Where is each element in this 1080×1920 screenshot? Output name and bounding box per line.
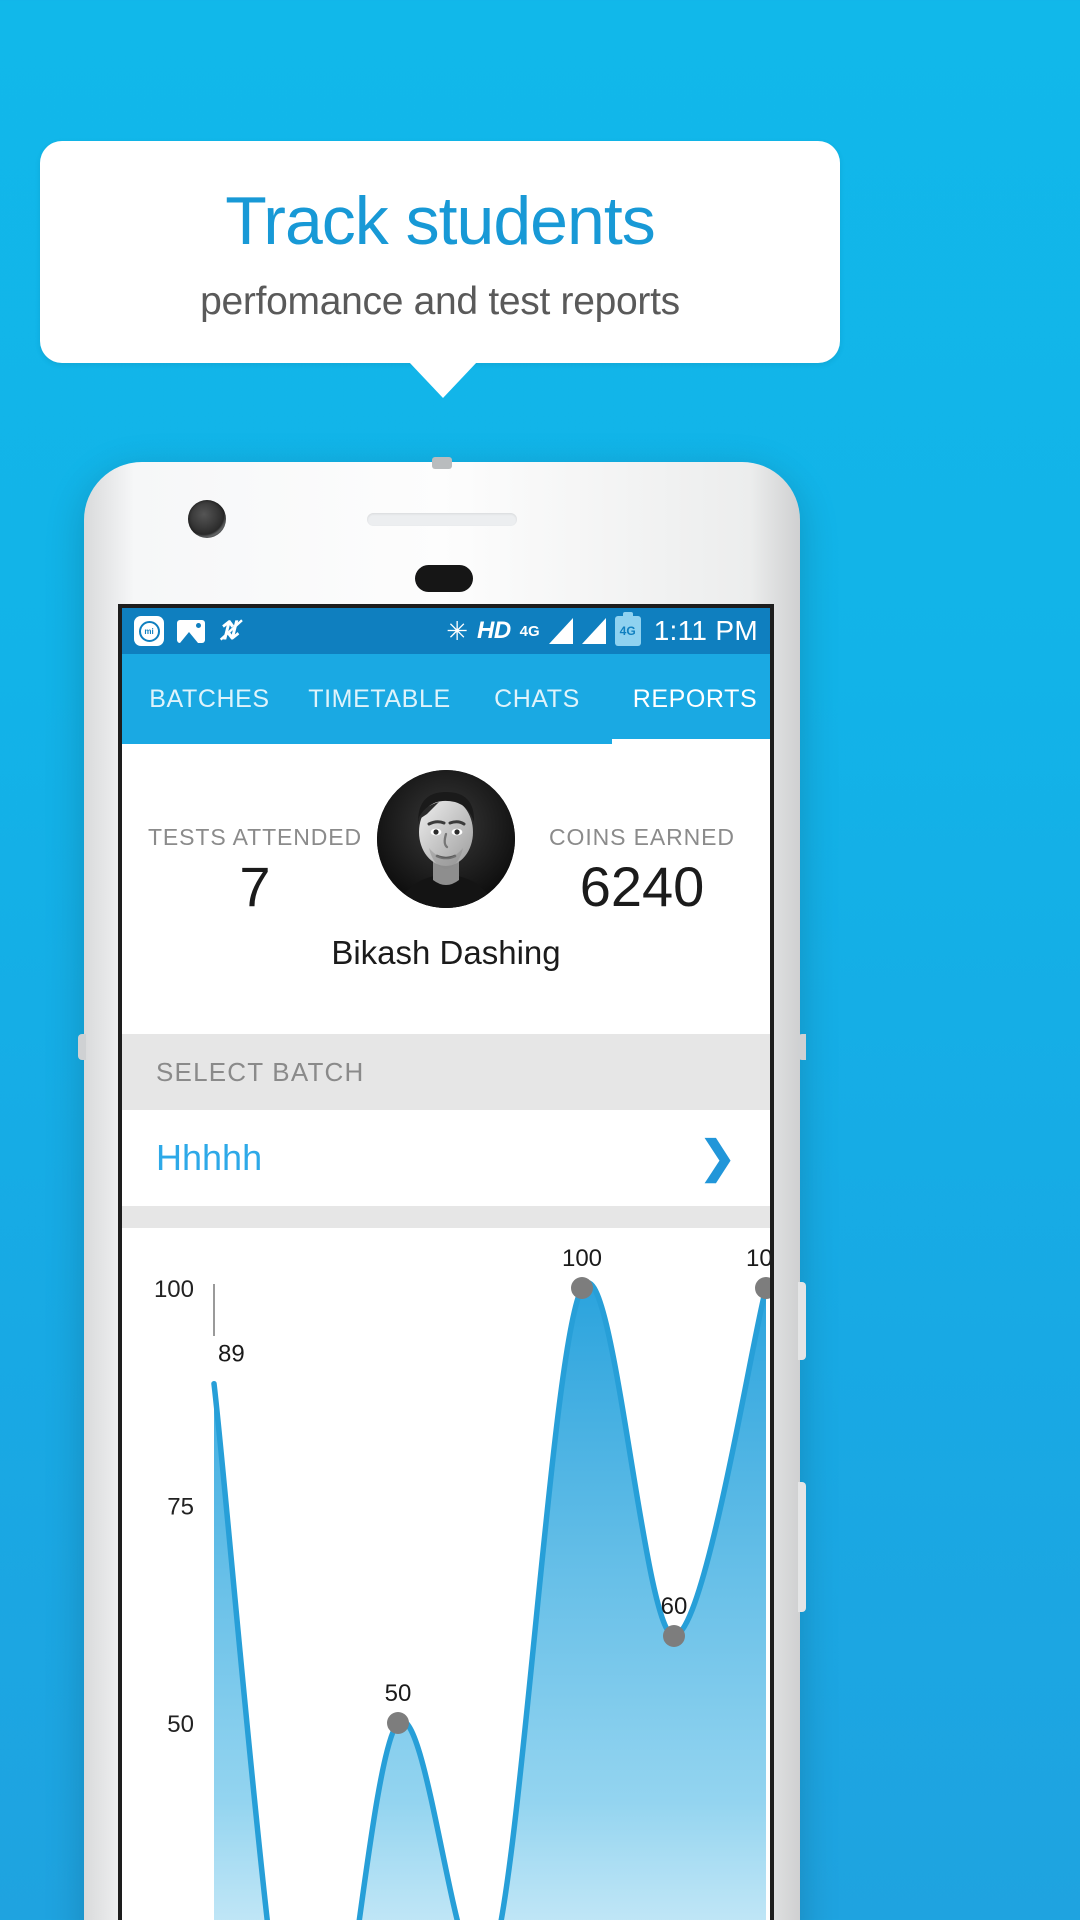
tests-attended-label: TESTS ATTENDED (147, 824, 363, 850)
section-divider (122, 1206, 770, 1228)
performance-chart: 100755025890502210060100 (122, 1228, 770, 1920)
chart-point-label: 100 (562, 1245, 602, 1272)
signal-bars-icon-1 (548, 618, 573, 644)
student-name: Bikash Dashing (331, 934, 561, 971)
tab-timetable[interactable]: TIMETABLE (297, 654, 462, 744)
chart-point-label: 50 (385, 1680, 412, 1707)
chart-data-point[interactable] (571, 1277, 593, 1299)
chart-data-point[interactable] (387, 1712, 409, 1734)
battery-icon: 4G (614, 612, 641, 646)
chart-point-label: 60 (661, 1593, 688, 1620)
mi-app-icon: mi (134, 616, 164, 646)
phone-left-nub (78, 1034, 86, 1060)
y-axis-tick-label: 100 (154, 1276, 194, 1303)
front-camera-icon (188, 500, 226, 538)
coins-earned-label: COINS EARNED (549, 824, 735, 850)
chart-canvas: 100755025890502210060100 (154, 1245, 774, 1920)
chart-point-label: 89 (218, 1341, 245, 1368)
selected-batch-label: Hhhhh (156, 1137, 263, 1178)
tests-attended-stat: TESTS ATTENDED 7 (140, 824, 370, 915)
status-bar-clock: 1:11 PM (653, 615, 758, 646)
hd-indicator: HD (477, 617, 511, 644)
earpiece-speaker (367, 513, 517, 526)
signal-bars-icon-2 (581, 618, 606, 644)
y-axis-tick-label: 75 (167, 1494, 194, 1521)
promo-subtitle: perfomance and test reports (200, 279, 680, 323)
promo-bubble-tail (409, 362, 477, 398)
gallery-icon (177, 619, 205, 643)
phone-volume-button (798, 1482, 806, 1612)
batch-selector-row[interactable]: Hhhhh ❯ (122, 1110, 770, 1206)
tests-attended-value: 7 (239, 855, 271, 918)
home-button (415, 565, 473, 592)
tab-chats[interactable]: CHATS (462, 654, 612, 744)
select-batch-header: SELECT BATCH (122, 1034, 770, 1110)
tab-bar: BATCHES TIMETABLE CHATS REPORTS (122, 654, 770, 744)
chevron-right-icon[interactable]: ❯ (699, 1136, 736, 1180)
phone-antenna-strip (432, 457, 452, 469)
status-bar: mi ⇅̸ ✳ HD 4G 4G 1:11 PM (122, 608, 770, 654)
chart-point-label: 100 (746, 1245, 774, 1272)
tab-batches[interactable]: BATCHES (122, 654, 297, 744)
avatar (377, 770, 515, 908)
tab-reports[interactable]: REPORTS (612, 654, 770, 744)
y-axis-tick-label: 50 (167, 1711, 194, 1738)
status-bar-right-icons: ✳ HD 4G 4G 1:11 PM (446, 612, 758, 647)
promo-bubble: Track students perfomance and test repor… (40, 141, 840, 363)
phone-right-nub (798, 1034, 806, 1060)
phone-screen: mi ⇅̸ ✳ HD 4G 4G 1:11 PM BATCHES TIMETAB… (118, 604, 774, 1920)
sync-disabled-icon: ⇅̸ (218, 616, 239, 645)
bluetooth-icon: ✳ (446, 616, 468, 646)
chart-data-point[interactable] (755, 1277, 774, 1299)
phone-power-button (798, 1282, 806, 1360)
profile-summary: TESTS ATTENDED 7 COINS EARNED 6240 Bikas… (122, 744, 770, 1034)
status-bar-left-icons: mi ⇅̸ (134, 616, 239, 646)
chart-data-point[interactable] (663, 1625, 685, 1647)
network-type-label: 4G (519, 622, 540, 640)
coins-earned-value: 6240 (579, 855, 705, 918)
promo-title: Track students (225, 183, 655, 260)
coins-earned-stat: COINS EARNED 6240 (522, 824, 762, 915)
